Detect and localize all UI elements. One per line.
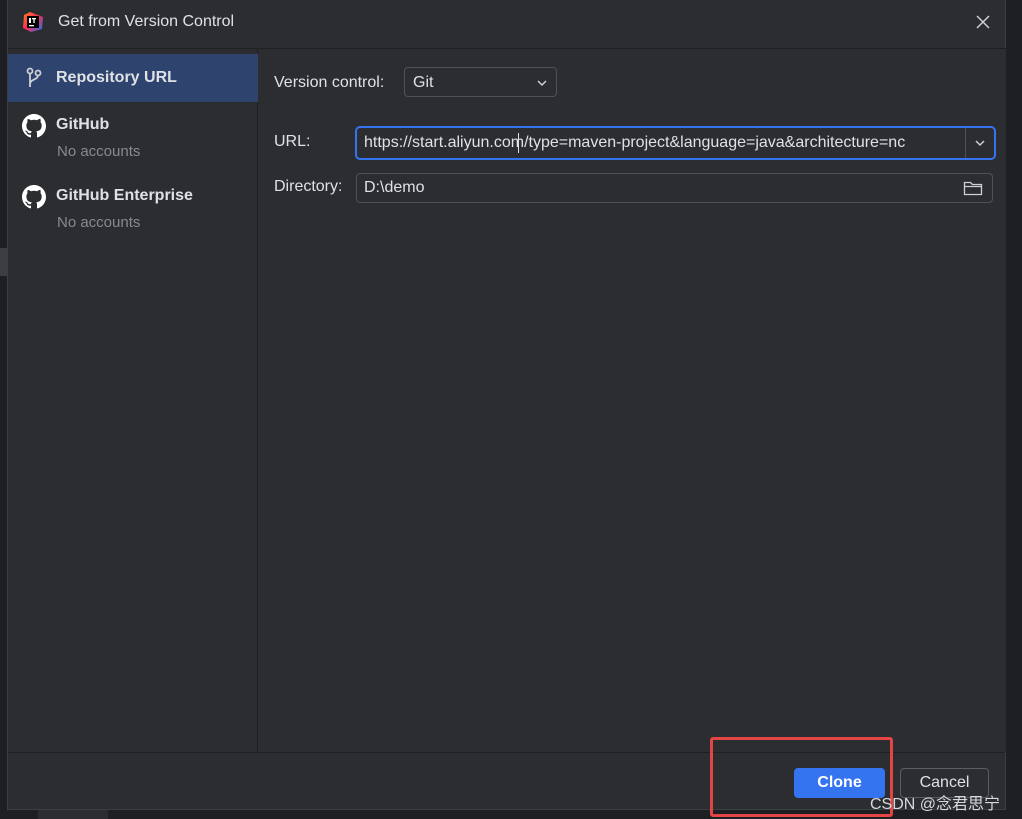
watermark: CSDN @念君思宁 [870, 796, 1001, 813]
sidebar-item-github[interactable]: GitHub No accounts [8, 107, 258, 169]
chevron-down-icon [536, 76, 548, 94]
version-control-label: Version control: [274, 74, 385, 91]
folder-icon [963, 181, 983, 196]
url-input[interactable] [357, 128, 965, 158]
git-branch-icon [22, 66, 46, 90]
title-bar: Get from Version Control [8, 0, 1005, 48]
dialog-title: Get from Version Control [58, 13, 235, 30]
sidebar-item-label: Repository URL [56, 69, 177, 86]
background-editor-strip [38, 810, 108, 819]
url-history-dropdown[interactable] [966, 128, 994, 158]
vcs-source-sidebar: Repository URL GitHub No accounts GitHub… [8, 48, 258, 752]
directory-label: Directory: [274, 178, 343, 195]
url-combobox [355, 126, 996, 160]
background-editor-strip [0, 248, 7, 276]
sidebar-item-repository-url[interactable]: Repository URL [8, 54, 258, 102]
version-control-select[interactable]: Git [404, 67, 557, 97]
url-label: URL: [274, 133, 311, 150]
close-button[interactable] [971, 10, 995, 34]
text-caret [518, 133, 519, 153]
sidebar-item-github-enterprise[interactable]: GitHub Enterprise No accounts [8, 178, 258, 240]
sidebar-item-label: GitHub [56, 116, 110, 133]
github-icon [22, 185, 46, 209]
github-icon [22, 114, 46, 138]
sidebar-item-sublabel: No accounts [57, 214, 141, 231]
browse-folder-button[interactable] [962, 178, 984, 198]
get-from-vcs-dialog: Get from Version Control Repository URL [7, 0, 1006, 810]
directory-input[interactable] [357, 174, 952, 202]
repository-url-panel: Version control: Git URL: Directory: [259, 48, 1006, 752]
directory-field [356, 173, 993, 203]
close-icon [976, 15, 990, 29]
version-control-value: Git [413, 74, 434, 91]
sidebar-item-sublabel: No accounts [57, 143, 141, 160]
intellij-idea-icon [22, 11, 44, 33]
chevron-down-icon [975, 140, 985, 147]
dialog-footer: Clone Cancel [8, 752, 1005, 809]
sidebar-item-label: GitHub Enterprise [56, 187, 193, 204]
